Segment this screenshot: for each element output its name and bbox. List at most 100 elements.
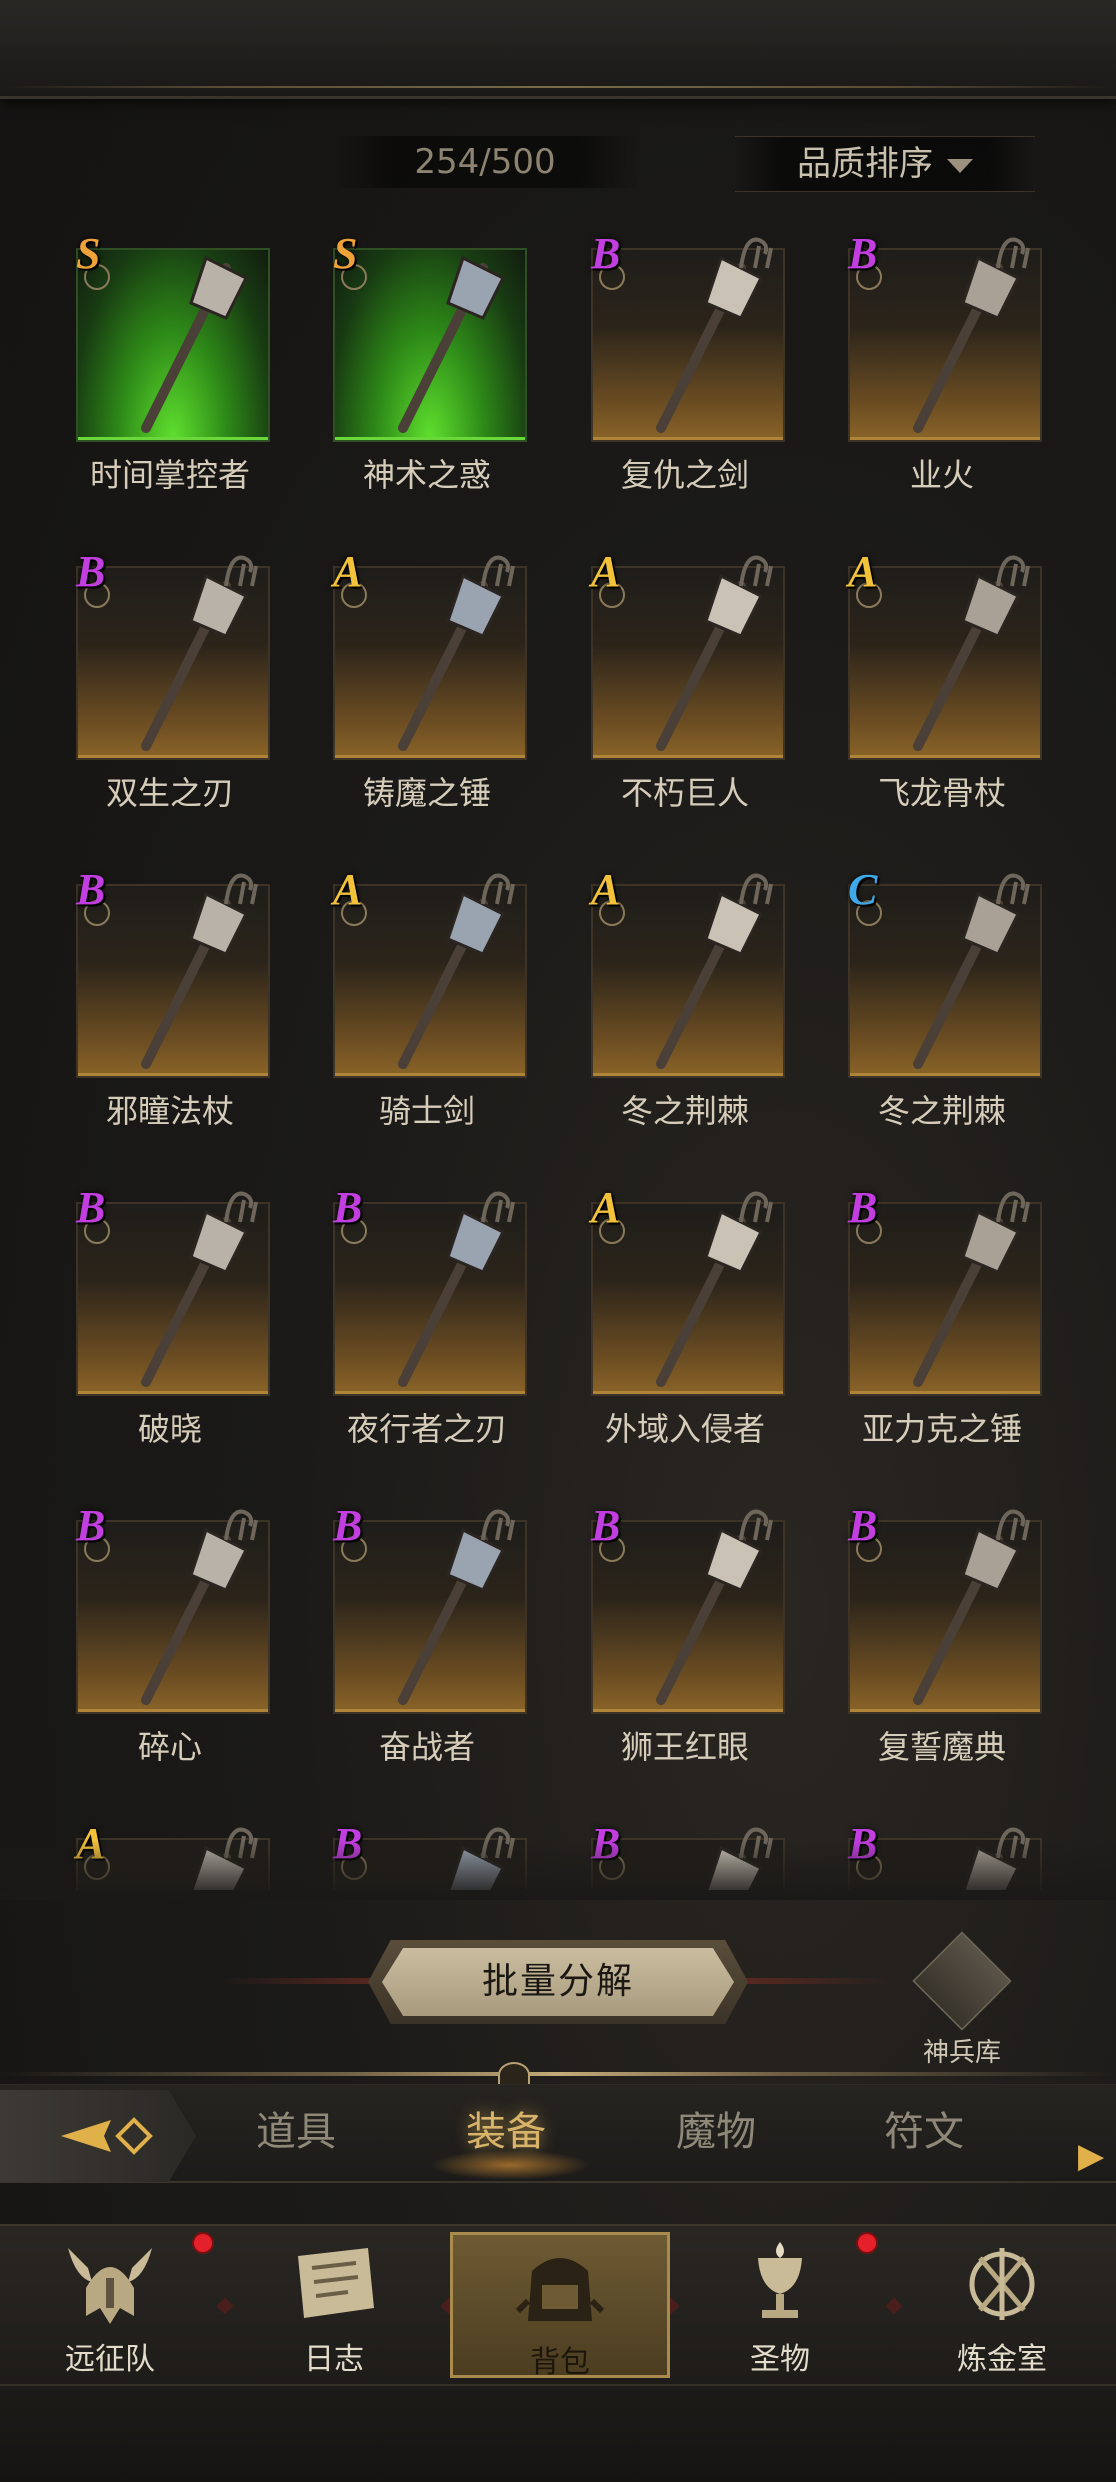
nav-label: 日志 bbox=[304, 2342, 364, 2377]
equipment-card[interactable]: B 碎心 bbox=[70, 1500, 270, 1766]
tab-equipment[interactable]: 装备 bbox=[466, 2100, 546, 2164]
nav-backpack[interactable]: 背包 bbox=[450, 2232, 670, 2380]
equipment-card[interactable]: A 飞龙骨杖 bbox=[842, 546, 1042, 812]
grade-badge: B bbox=[848, 1501, 878, 1550]
equipment-card[interactable]: C 冬之荆棘 bbox=[842, 864, 1042, 1130]
rune-mark-icon bbox=[739, 873, 773, 905]
item-name: 复仇之剑 bbox=[620, 456, 749, 494]
bottom-ornament-band bbox=[0, 2384, 1116, 2482]
notification-badge bbox=[192, 2232, 214, 2254]
rune-mark-icon bbox=[739, 1509, 773, 1541]
item-name: 铸魔之锤 bbox=[362, 774, 491, 812]
grade-badge: A bbox=[591, 1183, 621, 1232]
grade-badge: B bbox=[848, 1183, 878, 1232]
item-name: 业火 bbox=[909, 456, 974, 494]
equipment-card[interactable]: B 亚力克之锤 bbox=[842, 1182, 1042, 1448]
nav-alchemy[interactable]: 炼金室 bbox=[892, 2232, 1112, 2378]
nav-label: 圣物 bbox=[750, 2342, 810, 2377]
grade-badge: B bbox=[591, 229, 621, 278]
equipment-card[interactable]: A 铸魔之锤 bbox=[327, 546, 527, 812]
item-name: 复誓魔典 bbox=[877, 1728, 1006, 1766]
armory-book-icon bbox=[912, 1931, 1012, 2031]
grade-badge: B bbox=[848, 229, 878, 278]
item-name: 冬之荆棘 bbox=[620, 1092, 749, 1130]
nav-journal[interactable]: 日志 bbox=[224, 2232, 444, 2378]
equipment-card[interactable]: A 骑士剑 bbox=[327, 864, 527, 1130]
equipment-grid: S 时间掌控者 S 神术之惑 B 复仇之剑 B 业火 B 双生之刃 A 铸魔之锤 A 不朽巨人 A 飞龙骨杖 B… bbox=[0, 0, 1116, 1890]
rune-mark-icon bbox=[224, 1509, 258, 1541]
equipment-card[interactable]: B 双生之刃 bbox=[70, 546, 270, 812]
grade-badge: A bbox=[591, 547, 621, 596]
grade-badge: C bbox=[848, 865, 878, 914]
rune-mark-icon bbox=[224, 1191, 258, 1223]
bulk-dismantle-button[interactable]: 批量分解 bbox=[382, 1948, 734, 2016]
rune-mark-icon bbox=[481, 555, 515, 587]
equipment-card[interactable]: B 业火 bbox=[842, 228, 1042, 494]
tab-runes[interactable]: 符文 bbox=[884, 2100, 964, 2164]
divider bbox=[0, 2072, 1116, 2076]
item-name: 不朽巨人 bbox=[620, 774, 749, 812]
rune-mark-icon bbox=[739, 237, 773, 269]
equipment-card[interactable]: B 破晓 bbox=[70, 1182, 270, 1448]
tab-monsters[interactable]: 魔物 bbox=[676, 2100, 756, 2164]
grade-badge: B bbox=[76, 865, 106, 914]
nav-label: 炼金室 bbox=[957, 2342, 1047, 2377]
rune-mark-icon bbox=[481, 873, 515, 905]
item-name: 夜行者之刃 bbox=[346, 1410, 507, 1448]
grade-badge: B bbox=[591, 1501, 621, 1550]
rune-mark-icon bbox=[481, 1191, 515, 1223]
nav-label: 背包 bbox=[530, 2345, 590, 2380]
item-name: 骑士剑 bbox=[378, 1092, 475, 1130]
grade-badge: B bbox=[76, 1501, 106, 1550]
nav-label: 远征队 bbox=[65, 2342, 155, 2377]
alchemy-icon bbox=[969, 2248, 1035, 2320]
equipment-card[interactable]: A 外域入侵者 bbox=[585, 1182, 785, 1448]
rune-mark-icon bbox=[224, 555, 258, 587]
rune-mark-icon bbox=[996, 873, 1030, 905]
rune-mark-icon bbox=[996, 237, 1030, 269]
item-name: 破晓 bbox=[137, 1410, 202, 1448]
item-name: 冬之荆棘 bbox=[877, 1092, 1006, 1130]
diamond-arrow-icon bbox=[61, 2117, 153, 2155]
rune-mark-icon bbox=[739, 555, 773, 587]
rune-mark-icon bbox=[739, 1191, 773, 1223]
backpack-icon bbox=[515, 2258, 605, 2321]
grade-badge: A bbox=[333, 547, 363, 596]
grade-badge: B bbox=[76, 1183, 106, 1232]
item-name: 狮王红眼 bbox=[620, 1728, 749, 1766]
rune-mark-icon bbox=[996, 1509, 1030, 1541]
scroll-icon bbox=[298, 2248, 374, 2318]
grade-badge: A bbox=[848, 547, 878, 596]
equipment-card[interactable]: A 不朽巨人 bbox=[585, 546, 785, 812]
next-tab-arrow-icon[interactable]: ▶ bbox=[1078, 2136, 1104, 2176]
grade-badge: S bbox=[76, 229, 101, 278]
nav-relics[interactable]: 圣物 bbox=[670, 2232, 890, 2378]
grade-badge: B bbox=[333, 1183, 363, 1232]
grade-badge: B bbox=[333, 1501, 363, 1550]
equipment-card[interactable]: B 复仇之剑 bbox=[585, 228, 785, 494]
equipment-card[interactable]: B 邪瞳法杖 bbox=[70, 864, 270, 1130]
item-name: 飞龙骨杖 bbox=[877, 774, 1006, 812]
item-name: 碎心 bbox=[137, 1728, 202, 1766]
item-name: 邪瞳法杖 bbox=[105, 1092, 234, 1130]
back-button[interactable] bbox=[0, 2090, 196, 2182]
equipment-card[interactable]: B 夜行者之刃 bbox=[327, 1182, 527, 1448]
equipment-card[interactable]: B 奋战者 bbox=[327, 1500, 527, 1766]
item-name: 神术之惑 bbox=[362, 456, 491, 494]
rune-mark-icon bbox=[996, 555, 1030, 587]
item-name: 外域入侵者 bbox=[604, 1410, 765, 1448]
notification-badge bbox=[856, 2232, 878, 2254]
equipment-card[interactable]: S 时间掌控者 bbox=[70, 228, 270, 494]
tab-items[interactable]: 道具 bbox=[256, 2100, 336, 2164]
equipment-card[interactable]: B 狮王红眼 bbox=[585, 1500, 785, 1766]
item-name: 亚力克之锤 bbox=[861, 1410, 1022, 1448]
nav-expedition[interactable]: 远征队 bbox=[0, 2232, 220, 2378]
grade-badge: A bbox=[333, 865, 363, 914]
armory-button[interactable]: 神兵库 bbox=[908, 1931, 1016, 2068]
grade-badge: B bbox=[76, 547, 106, 596]
armory-label: 神兵库 bbox=[922, 2038, 1001, 2068]
equipment-card[interactable]: A 冬之荆棘 bbox=[585, 864, 785, 1130]
equipment-card[interactable]: S 神术之惑 bbox=[327, 228, 527, 494]
rune-mark-icon bbox=[996, 1191, 1030, 1223]
equipment-card[interactable]: B 复誓魔典 bbox=[842, 1500, 1042, 1766]
